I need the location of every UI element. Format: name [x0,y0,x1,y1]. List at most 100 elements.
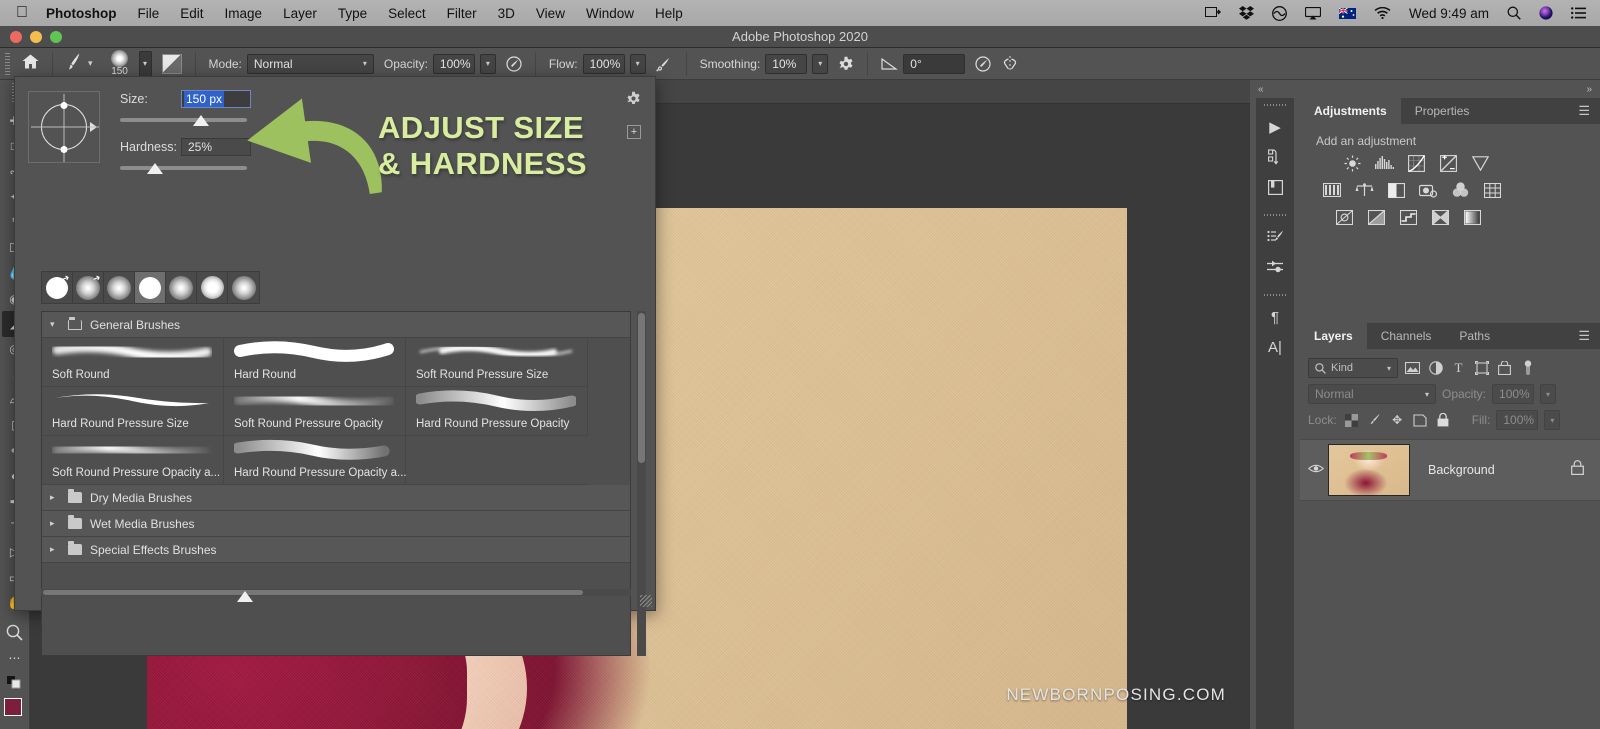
invert-icon[interactable] [1334,208,1354,226]
tab-channels[interactable]: Channels [1367,323,1446,349]
tool-preset-picker[interactable]: ▾ [61,53,98,74]
color-swatches[interactable] [0,697,32,729]
history-icon[interactable] [1256,142,1294,172]
brush-size-slider-track[interactable] [120,118,247,122]
brush-tip-2[interactable] [104,272,135,303]
brush-angle-field[interactable]: 0° [876,53,970,74]
lock-image-pixels-icon[interactable] [1366,413,1383,427]
airplay-icon[interactable] [1304,6,1321,20]
color-balance-icon[interactable] [1354,181,1374,199]
panel-menu-icon[interactable]: ☰ [1568,98,1600,124]
opacity-stepper[interactable]: ▾ [479,53,496,74]
rail-grip[interactable] [1256,102,1294,108]
layer-fill-input[interactable]: 100% [1496,410,1539,430]
more-tools-icon[interactable]: ⋯ [2,645,28,670]
pressure-opacity-toggle[interactable] [501,55,527,72]
levels-icon[interactable] [1374,154,1394,172]
roundness-node-bottom[interactable] [60,145,68,153]
list-item[interactable]: Soft Round Pressure Opacity a... [42,436,224,485]
paragraph-icon[interactable]: ¶ [1256,302,1294,332]
menu-item-help[interactable]: Help [655,6,683,21]
symmetry-button[interactable] [996,55,1024,72]
pressure-size-toggle[interactable] [970,55,996,72]
layer-opacity-input[interactable]: 100% [1492,384,1535,404]
lock-icon[interactable] [1571,460,1584,480]
shape-layers-filter-icon[interactable] [1473,361,1490,375]
brush-group-dry-media[interactable]: ▸ Dry Media Brushes [42,485,630,511]
hue-saturation-icon[interactable] [1322,181,1342,199]
chevron-right-icon[interactable]: ▸ [50,492,60,503]
brush-preset-picker-panel[interactable]: Size: 150 px Hardness: 25% + ➜ ➜ ▾ Gener… [14,76,656,656]
brush-group-general[interactable]: ▾ General Brushes [42,312,630,338]
layer-filter-kind-select[interactable]: Kind ▾ [1308,358,1398,378]
control-center-icon[interactable] [1571,7,1586,19]
screenshot-icon[interactable] [1204,6,1221,20]
brush-preset-picker[interactable]: 150 ▾ [98,50,157,77]
tab-paths[interactable]: Paths [1445,323,1504,349]
lock-all-icon[interactable] [1435,413,1452,427]
default-colors-icon[interactable] [2,670,28,695]
brushes-icon[interactable] [1256,252,1294,282]
siri-icon[interactable] [1539,6,1553,20]
menu-item-edit[interactable]: Edit [180,6,203,21]
brush-list-horizontal-scrollbar[interactable] [41,589,631,602]
angle-input[interactable]: 0° [903,53,966,74]
wifi-icon[interactable] [1374,7,1391,19]
layer-fill-stepper[interactable]: ▾ [1544,410,1561,430]
selective-color-icon[interactable] [1430,208,1450,226]
list-item[interactable]: Soft Round Pressure Size [406,338,588,387]
brush-tip-4[interactable] [166,272,197,303]
australia-flag-icon[interactable] [1338,7,1356,19]
tab-adjustments[interactable]: Adjustments [1300,98,1401,124]
menu-bar-clock[interactable]: Wed 9:49 am [1409,6,1489,21]
menu-item-filter[interactable]: Filter [447,6,477,21]
menu-item-layer[interactable]: Layer [283,6,317,21]
brush-list[interactable]: ▾ General Brushes Soft Round Hard Round [41,311,631,656]
filter-toggle-icon[interactable] [1519,360,1536,376]
gear-icon[interactable] [626,91,641,109]
color-lookup-icon[interactable] [1482,181,1502,199]
menu-item-window[interactable]: Window [586,6,634,21]
pixel-layers-filter-icon[interactable] [1404,362,1421,374]
chevron-down-icon[interactable]: ▾ [50,319,60,330]
apple-icon[interactable]:  [16,5,28,21]
panel-resize-grip[interactable] [640,595,652,607]
chevron-right-icon[interactable]: ▸ [50,518,60,529]
exposure-icon[interactable] [1438,154,1458,172]
type-layers-filter-icon[interactable]: T [1450,360,1467,376]
list-item[interactable]: Soft Round Pressure Opacity [224,387,406,436]
airbrush-toggle[interactable] [651,56,678,72]
flow-stepper[interactable]: ▾ [629,53,646,74]
tab-layers[interactable]: Layers [1300,323,1367,349]
roundness-node-top[interactable] [60,101,68,109]
blend-mode-select[interactable]: Normal ▾ [246,53,374,74]
new-brush-preset-icon[interactable]: + [627,125,641,139]
opacity-input[interactable]: 100% [432,53,475,74]
photo-filter-icon[interactable] [1418,181,1438,199]
gradient-map-icon[interactable] [1462,208,1482,226]
curves-icon[interactable] [1406,154,1426,172]
foreground-color-swatch[interactable] [3,697,22,716]
character-icon[interactable]: A| [1256,332,1294,362]
layer-blend-mode-select[interactable]: Normal ▾ [1308,384,1436,404]
menu-item-image[interactable]: Image [225,6,263,21]
brightness-contrast-icon[interactable] [1342,154,1362,172]
black-white-icon[interactable] [1386,181,1406,199]
flow-field[interactable]: Flow: 100% ▾ [544,53,651,74]
scrollbar-thumb[interactable] [43,590,583,595]
smart-object-filter-icon[interactable] [1496,361,1513,375]
scrollbar-thumb[interactable] [638,313,645,463]
brush-tip-0[interactable]: ➜ [42,272,73,303]
brush-preset-dropdown-button[interactable]: ▾ [138,50,152,77]
menu-item-view[interactable]: View [536,6,565,21]
list-item[interactable]: Soft Round [42,338,224,387]
rail-grip[interactable] [1256,292,1294,298]
lock-transparent-pixels-icon[interactable] [1343,413,1360,427]
eye-icon[interactable] [1307,463,1325,477]
menu-item-3d[interactable]: 3D [498,6,515,21]
panel-menu-icon[interactable]: ☰ [1568,323,1600,349]
library-icon[interactable] [1256,172,1294,202]
lock-artboard-icon[interactable] [1412,413,1429,427]
tool-zoom-tool[interactable] [2,620,28,645]
lock-position-icon[interactable]: ✥ [1389,413,1406,427]
